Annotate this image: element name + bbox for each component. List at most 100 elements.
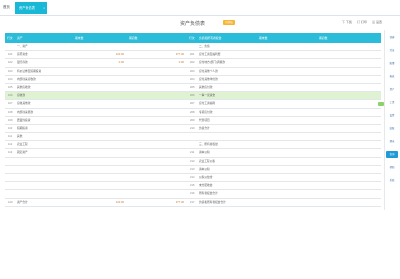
table-row[interactable]: 216 所有者权益合计 bbox=[5, 190, 381, 199]
table-cell[interactable] bbox=[127, 190, 187, 197]
table-row[interactable]: 107 应收其他款 207 应付工资福利 bbox=[5, 100, 381, 109]
table-cell[interactable] bbox=[73, 141, 127, 148]
sidepanel-item[interactable]: 账簿 bbox=[386, 60, 398, 67]
table-row[interactable]: 一、资产 二、负债 bbox=[5, 43, 381, 52]
table-cell[interactable] bbox=[257, 76, 317, 83]
sidepanel-item[interactable]: 系统 bbox=[386, 177, 398, 184]
table-cell[interactable] bbox=[257, 158, 317, 165]
sidepanel-item[interactable]: 快捷 bbox=[386, 34, 398, 41]
table-cell[interactable] bbox=[127, 43, 187, 50]
table-cell[interactable] bbox=[127, 84, 187, 91]
table-cell[interactable] bbox=[73, 133, 127, 140]
table-row[interactable]: 109 農業性投资 209 代管项目 bbox=[5, 117, 381, 125]
table-cell[interactable] bbox=[257, 141, 317, 148]
table-row[interactable]: 103 有价证券及短期投资 203 应付其他个人款 bbox=[5, 68, 381, 76]
sidepanel-item[interactable]: 结账 bbox=[386, 125, 398, 132]
table-cell[interactable]: 120.00 bbox=[73, 51, 127, 58]
table-cell[interactable] bbox=[317, 166, 381, 173]
table-row[interactable]: 105 其他应收款 205 其他应付款 bbox=[5, 84, 381, 93]
table-cell[interactable] bbox=[317, 109, 381, 116]
table-cell[interactable] bbox=[257, 199, 317, 206]
table-cell[interactable] bbox=[317, 141, 381, 148]
table-row[interactable]: 112 农业工程 三、所有者权益 bbox=[5, 141, 381, 150]
table-cell[interactable]: 120.00 bbox=[73, 199, 127, 206]
table-cell[interactable] bbox=[317, 158, 381, 165]
table-cell[interactable] bbox=[257, 43, 317, 50]
sidepanel-item[interactable]: 设置 bbox=[386, 112, 398, 119]
table-cell[interactable] bbox=[317, 68, 381, 75]
table-cell[interactable] bbox=[127, 125, 187, 132]
sidepanel-item[interactable]: 查询 bbox=[386, 151, 398, 158]
table-cell[interactable] bbox=[317, 92, 381, 99]
table-cell[interactable] bbox=[257, 149, 317, 156]
table-cell[interactable] bbox=[73, 158, 127, 165]
table-cell[interactable] bbox=[257, 100, 317, 107]
tab-home[interactable]: 首页 bbox=[3, 4, 10, 9]
table-row[interactable]: 213 资本公积 bbox=[5, 166, 381, 174]
table-cell[interactable] bbox=[257, 182, 317, 189]
table-cell[interactable] bbox=[127, 158, 187, 165]
table-cell[interactable] bbox=[257, 133, 317, 140]
table-cell[interactable] bbox=[127, 141, 187, 148]
table-cell[interactable] bbox=[73, 100, 127, 107]
table-cell[interactable] bbox=[73, 84, 127, 91]
table-cell[interactable] bbox=[317, 182, 381, 189]
table-cell[interactable] bbox=[73, 190, 127, 197]
table-row[interactable]: 113 固定资产 211 资本公积 bbox=[5, 149, 381, 158]
table-cell[interactable] bbox=[73, 109, 127, 116]
table-cell[interactable] bbox=[257, 51, 317, 58]
table-cell[interactable] bbox=[127, 133, 187, 140]
table-cell[interactable] bbox=[127, 76, 187, 83]
table-cell[interactable] bbox=[127, 166, 187, 173]
table-row[interactable]: 110 短期投资 210 负债合计 bbox=[5, 125, 381, 134]
table-cell[interactable] bbox=[73, 125, 127, 132]
table-cell[interactable] bbox=[317, 174, 381, 181]
table-cell[interactable] bbox=[127, 92, 187, 99]
table-cell[interactable] bbox=[127, 149, 187, 156]
table-cell[interactable] bbox=[127, 68, 187, 75]
table-cell[interactable] bbox=[317, 43, 381, 50]
table-cell[interactable] bbox=[317, 51, 381, 58]
table-row[interactable]: 120 资产合计 120.00 377.00 217 负债和所有者权益合计 bbox=[5, 199, 381, 207]
table-cell[interactable] bbox=[73, 174, 127, 181]
sidepanel-item[interactable]: 报表 bbox=[386, 73, 398, 80]
table-cell[interactable] bbox=[317, 149, 381, 156]
table-cell[interactable]: 377.00 bbox=[127, 51, 187, 58]
table-cell[interactable] bbox=[127, 117, 187, 124]
table-row[interactable]: 104 内部往来应收款 204 应付其他单位款 bbox=[5, 76, 381, 84]
toolbar-button-1[interactable]: 打打印 bbox=[357, 20, 367, 24]
table-cell[interactable]: 0.00 bbox=[127, 59, 187, 66]
table-cell[interactable] bbox=[317, 117, 381, 124]
table-cell[interactable] bbox=[73, 182, 127, 189]
table-cell[interactable] bbox=[73, 117, 127, 124]
close-icon[interactable]: × bbox=[43, 2, 45, 14]
table-cell[interactable] bbox=[317, 59, 381, 66]
table-cell[interactable] bbox=[73, 149, 127, 156]
table-cell[interactable] bbox=[73, 76, 127, 83]
table-cell[interactable] bbox=[73, 43, 127, 50]
table-cell[interactable] bbox=[257, 59, 317, 66]
toolbar-button-0[interactable]: 下下载 bbox=[342, 20, 352, 24]
toolbar-button-2[interactable]: 设设置 bbox=[372, 20, 382, 24]
table-cell[interactable] bbox=[257, 190, 317, 197]
table-cell[interactable] bbox=[257, 174, 317, 181]
table-row[interactable]: 101 货币资金 120.00 377.00 201 应付工资及福利费 bbox=[5, 51, 381, 60]
table-cell[interactable] bbox=[127, 100, 187, 107]
sidepanel-item[interactable]: 帮助 bbox=[386, 164, 398, 171]
table-cell[interactable] bbox=[317, 100, 381, 107]
table-cell[interactable] bbox=[73, 166, 127, 173]
sidepanel-item[interactable]: 凭证 bbox=[386, 47, 398, 54]
table-row[interactable]: 212 农业工程公积 bbox=[5, 158, 381, 166]
table-row[interactable]: 108 内部往来借款 208 专项应付款 bbox=[5, 109, 381, 117]
table-cell[interactable] bbox=[127, 174, 187, 181]
table-cell[interactable] bbox=[317, 199, 381, 206]
table-cell[interactable] bbox=[317, 133, 381, 140]
table-cell[interactable] bbox=[127, 109, 187, 116]
table-cell[interactable] bbox=[317, 76, 381, 83]
table-row[interactable]: 214 公积公益金 bbox=[5, 174, 381, 183]
table-cell[interactable] bbox=[257, 166, 317, 173]
table-row[interactable]: 215 未分配收益 bbox=[5, 182, 381, 191]
table-cell[interactable]: 377.00 bbox=[127, 199, 187, 206]
table-row[interactable]: 102 银行存款 0.00 0.00 202 应付地方(部门)调拨款 bbox=[5, 59, 381, 68]
table-cell[interactable] bbox=[317, 84, 381, 91]
